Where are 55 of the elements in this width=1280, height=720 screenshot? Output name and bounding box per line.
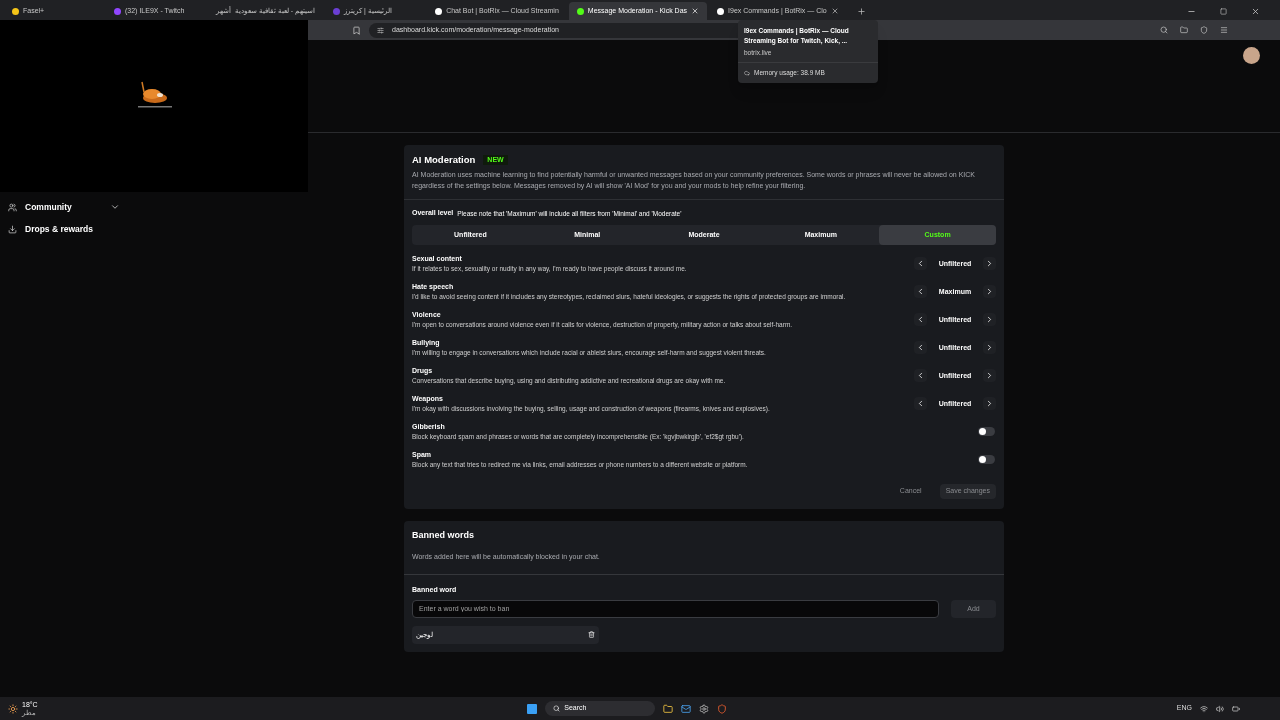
chevron-left-icon [916,315,925,325]
section-title: AI Moderation [412,153,476,167]
toggle-switch[interactable] [978,427,995,437]
chevron-right-icon [985,371,994,381]
close-icon[interactable] [830,7,839,15]
weather-icon [8,703,18,714]
start-icon[interactable] [527,703,538,714]
avatar[interactable] [1243,47,1260,64]
search-icon [553,705,561,712]
toggle-switch[interactable] [978,455,995,465]
trash-icon[interactable] [588,631,595,639]
chevron-left-icon [916,259,925,269]
previous-button[interactable] [914,285,927,299]
volume-icon[interactable] [1216,704,1224,713]
shield-icon[interactable] [717,703,728,714]
site-settings-icon[interactable] [377,26,384,34]
chevron-left-icon [916,371,925,381]
menu-icon[interactable] [1220,26,1228,34]
download-icon [8,224,17,234]
next-button[interactable] [983,369,996,383]
chevron-left-icon [916,343,925,353]
battery-icon[interactable] [1232,704,1240,713]
previous-button[interactable] [914,257,927,271]
sidebar-item[interactable]: Community [8,198,120,216]
previous-button[interactable] [914,369,927,383]
next-button[interactable] [983,285,996,299]
bookmark-icon[interactable] [352,25,361,35]
people-icon [8,202,17,212]
next-button[interactable] [983,313,996,327]
mail-icon[interactable] [681,703,692,714]
shield-icon[interactable] [1200,26,1208,34]
maximize-icon[interactable] [1220,8,1227,15]
chevron-right-icon [985,399,994,409]
chevron-icon[interactable] [110,202,120,212]
close-icon[interactable] [691,7,700,15]
next-button[interactable] [983,397,996,411]
close-icon[interactable] [1251,7,1260,16]
previous-button[interactable] [914,341,927,355]
previous-button[interactable] [914,313,927,327]
next-button[interactable] [983,257,996,271]
chevron-right-icon [985,287,994,297]
search-icon[interactable] [1160,26,1168,34]
next-button[interactable] [983,341,996,355]
wifi-icon[interactable] [1200,704,1208,713]
settings-icon[interactable] [699,703,710,714]
chevron-right-icon [985,259,994,269]
new-tab-icon[interactable] [856,7,866,16]
section-title: Banned words [412,528,475,542]
sidebar-item[interactable]: Drops & rewards [8,220,120,238]
chevron-left-icon [916,287,925,297]
chevron-left-icon [916,399,925,409]
chevron-right-icon [985,315,994,325]
folder-icon[interactable] [663,703,674,714]
chevron-right-icon [985,343,994,353]
previous-button[interactable] [914,397,927,411]
